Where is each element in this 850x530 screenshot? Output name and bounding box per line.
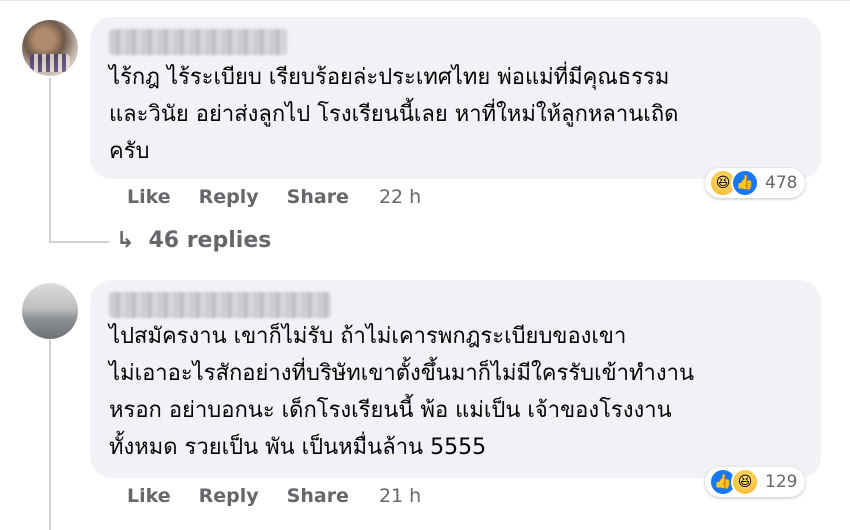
share-button[interactable]: Share bbox=[287, 485, 349, 507]
avatar[interactable] bbox=[22, 20, 78, 76]
timestamp[interactable]: 21 h bbox=[379, 485, 421, 507]
like-button[interactable]: Like bbox=[127, 485, 171, 507]
like-button[interactable]: Like bbox=[127, 186, 171, 208]
reply-button[interactable]: Reply bbox=[199, 186, 259, 208]
replies-count-label: 46 replies bbox=[148, 228, 272, 253]
thread-line bbox=[49, 78, 51, 243]
comment-actions: Like Reply Share 21 h bbox=[127, 485, 421, 507]
share-button[interactable]: Share bbox=[287, 186, 349, 208]
comment-bubble: ไปสมัครงาน เขาก็ไม่รับ ถ้าไม่เคารพกฎระเบ… bbox=[90, 280, 821, 478]
reaction-count: 129 bbox=[765, 472, 798, 492]
reaction-summary[interactable]: 😆 👍 478 bbox=[705, 168, 806, 198]
haha-icon: 😆 bbox=[731, 468, 759, 496]
reply-button[interactable]: Reply bbox=[199, 485, 259, 507]
reaction-summary[interactable]: 👍 😆 129 bbox=[705, 467, 806, 497]
thread-line bbox=[49, 241, 109, 243]
avatar[interactable] bbox=[22, 283, 78, 339]
thread-line bbox=[0, 0, 850, 1]
reply-arrow-icon: ↳ bbox=[116, 228, 135, 253]
comment-text: ไร้กฎ ไร้ระเบียบ เรียบร้อยล่ะประเทศไทย พ… bbox=[109, 65, 679, 164]
reaction-count: 478 bbox=[765, 173, 798, 193]
author-name-blurred[interactable] bbox=[109, 29, 287, 55]
view-replies-link[interactable]: ↳ 46 replies bbox=[116, 228, 271, 253]
author-name-blurred[interactable] bbox=[109, 292, 331, 318]
comment-bubble: ไร้กฎ ไร้ระเบียบ เรียบร้อยล่ะประเทศไทย พ… bbox=[90, 17, 821, 179]
timestamp[interactable]: 22 h bbox=[379, 186, 421, 208]
like-icon: 👍 bbox=[731, 169, 759, 197]
comment-text: ไปสมัครงาน เขาก็ไม่รับ ถ้าไม่เคารพกฎระเบ… bbox=[109, 324, 695, 460]
thread-line bbox=[49, 340, 51, 530]
comment-actions: Like Reply Share 22 h bbox=[127, 186, 421, 208]
